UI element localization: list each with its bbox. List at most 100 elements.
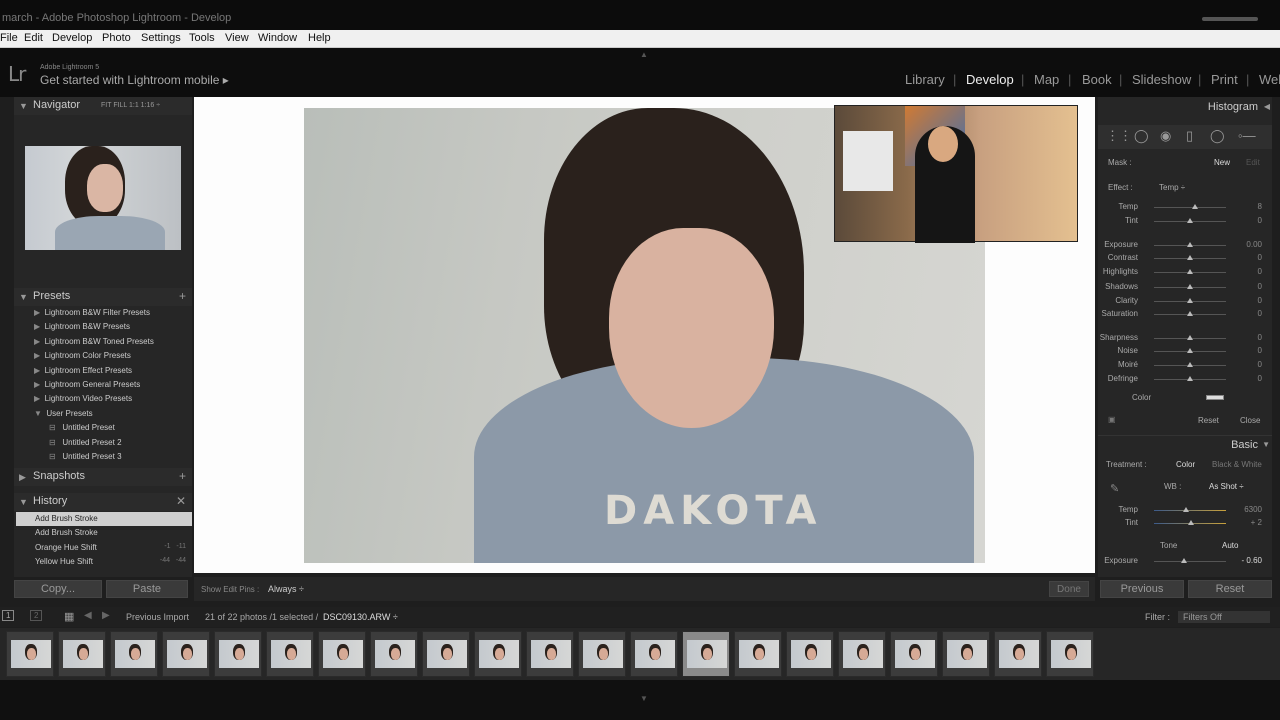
effect-select[interactable]: Temp ÷ [1159, 183, 1185, 192]
basic-header[interactable]: Basic ▼ [1098, 435, 1272, 453]
menu-view[interactable]: View [225, 32, 249, 44]
filmstrip-thumbnail[interactable] [6, 631, 54, 677]
grid-view-icon[interactable]: ▦ [64, 610, 74, 623]
red-eye-icon[interactable]: ◉ [1160, 128, 1171, 144]
menu-help[interactable]: Help [308, 32, 331, 44]
history-item[interactable]: Orange Hue Shift -1 -11 [16, 541, 192, 555]
module-library[interactable]: Library [905, 72, 945, 87]
filmstrip-thumbnail[interactable] [942, 631, 990, 677]
filmstrip-thumbnail[interactable] [214, 631, 262, 677]
crop-icon[interactable]: ⋮⋮ [1106, 128, 1132, 144]
forward-arrow-icon[interactable]: ▶ [102, 610, 110, 621]
module-print[interactable]: Print [1211, 72, 1238, 87]
edit-pins-select[interactable]: Always ÷ [268, 584, 304, 594]
done-button[interactable]: Done [1049, 581, 1089, 597]
mask-edit-button[interactable]: Edit [1246, 158, 1260, 167]
preset-folder[interactable]: ▶ Lightroom B&W Toned Presets [34, 337, 154, 351]
filmstrip-thumbnail[interactable] [734, 631, 782, 677]
module-develop[interactable]: Develop [966, 72, 1014, 87]
menu-tools[interactable]: Tools [189, 32, 215, 44]
menu-photo[interactable]: Photo [102, 32, 131, 44]
filmstrip-thumbnail[interactable] [890, 631, 938, 677]
module-web[interactable]: Web [1259, 72, 1280, 87]
slider-exposure[interactable]: Exposure 0.00 [1098, 239, 1272, 252]
user-preset-item[interactable]: ⊟ Untitled Preset [49, 423, 115, 437]
presets-header[interactable]: ▼ Presets + [14, 288, 192, 306]
user-preset-item[interactable]: ⊟ Untitled Preset 3 [49, 452, 122, 466]
tone-auto-button[interactable]: Auto [1222, 541, 1238, 550]
filmstrip-thumbnail[interactable] [162, 631, 210, 677]
module-map[interactable]: Map [1034, 72, 1059, 87]
slider-moir[interactable]: Moiré 0 [1098, 359, 1272, 372]
user-preset-item[interactable]: ⊟ Untitled Preset 2 [49, 438, 122, 452]
preset-folder[interactable]: ▶ Lightroom B&W Presets [34, 322, 130, 336]
filmstrip-thumbnail[interactable] [318, 631, 366, 677]
menu-file[interactable]: File [0, 32, 18, 44]
menu-settings[interactable]: Settings [141, 32, 181, 44]
filmstrip-thumbnail[interactable] [630, 631, 678, 677]
history-item[interactable]: Add Brush Stroke [16, 512, 192, 526]
brush-reset-button[interactable]: Reset [1198, 416, 1219, 425]
filter-select[interactable]: Filters Off [1178, 611, 1270, 623]
wb-eyedropper-icon[interactable]: ✎ [1110, 482, 1119, 495]
toggle-switch-icon[interactable]: ▣ [1108, 415, 1116, 424]
spot-removal-icon[interactable]: ◯ [1134, 128, 1149, 144]
slider-shadows[interactable]: Shadows 0 [1098, 281, 1272, 294]
slider-defringe[interactable]: Defringe 0 [1098, 373, 1272, 386]
filmstrip-thumbnail[interactable] [58, 631, 106, 677]
slider-clarity[interactable]: Clarity 0 [1098, 295, 1272, 308]
filmstrip-thumbnail[interactable] [1046, 631, 1094, 677]
clear-history-icon[interactable]: ✕ [176, 494, 186, 508]
preset-folder[interactable]: ▶ Lightroom B&W Filter Presets [34, 308, 150, 322]
slider-temp[interactable]: Temp 8 [1098, 201, 1272, 214]
source-label[interactable]: Previous Import [126, 612, 189, 622]
navigator-zoom-options[interactable]: FIT FILL 1:1 1:16 ÷ [101, 102, 160, 109]
filename-select[interactable]: DSC09130.ARW ÷ [323, 612, 398, 622]
filmstrip-thumbnail[interactable] [994, 631, 1042, 677]
filmstrip-thumbnail[interactable] [578, 631, 626, 677]
add-preset-icon[interactable]: + [179, 289, 186, 303]
preset-folder[interactable]: ▶ Lightroom Video Presets [34, 394, 132, 408]
slider-basic-exposure[interactable]: Exposure - 0.60 [1098, 555, 1272, 568]
preset-folder-user[interactable]: ▼ User Presets [34, 409, 93, 423]
filmstrip-thumbnail[interactable] [422, 631, 470, 677]
histogram-header[interactable]: Histogram ◀ [1098, 98, 1272, 116]
graduated-filter-icon[interactable]: ▯ [1186, 128, 1193, 144]
treatment-bw-button[interactable]: Black & White [1212, 460, 1262, 469]
filmstrip-thumbnail[interactable] [474, 631, 522, 677]
previous-button[interactable]: Previous [1100, 580, 1184, 598]
module-slideshow[interactable]: Slideshow [1132, 72, 1191, 87]
copy-button[interactable]: Copy... [14, 580, 102, 598]
history-item[interactable]: Yellow Hue Shift -44 -44 [16, 555, 192, 569]
slider-basic-temp[interactable]: Temp 6300 [1098, 504, 1272, 517]
mask-new-button[interactable]: New [1214, 158, 1230, 167]
slider-highlights[interactable]: Highlights 0 [1098, 266, 1272, 279]
preset-folder[interactable]: ▶ Lightroom Color Presets [34, 351, 131, 365]
filmstrip-thumbnail[interactable] [786, 631, 834, 677]
add-snapshot-icon[interactable]: + [179, 469, 186, 483]
slider-noise[interactable]: Noise 0 [1098, 345, 1272, 358]
collapse-triangle-icon[interactable]: ▼ [19, 497, 28, 507]
filmstrip-thumbnail[interactable] [370, 631, 418, 677]
slider-contrast[interactable]: Contrast 0 [1098, 252, 1272, 265]
menu-develop[interactable]: Develop [52, 32, 92, 44]
slider-sharpness[interactable]: Sharpness 0 [1098, 332, 1272, 345]
snapshots-header[interactable]: ▶ Snapshots + [14, 468, 192, 486]
color-swatch[interactable] [1206, 395, 1224, 400]
collapse-bottom-arrow-icon[interactable]: ▼ [640, 694, 648, 703]
preset-folder[interactable]: ▶ Lightroom General Presets [34, 380, 140, 394]
brush-close-button[interactable]: Close [1240, 416, 1260, 425]
radial-filter-icon[interactable]: ◯ [1210, 128, 1225, 144]
collapse-triangle-icon[interactable]: ▼ [1262, 436, 1270, 454]
slider-saturation[interactable]: Saturation 0 [1098, 308, 1272, 321]
history-item[interactable]: Add Brush Stroke [16, 526, 192, 540]
module-book[interactable]: Book [1082, 72, 1112, 87]
reset-button[interactable]: Reset [1188, 580, 1272, 598]
paste-button[interactable]: Paste [106, 580, 188, 598]
collapse-triangle-icon[interactable]: ▼ [19, 101, 28, 111]
slider-tint[interactable]: Tint 0 [1098, 215, 1272, 228]
filmstrip-thumbnail[interactable] [266, 631, 314, 677]
menu-edit[interactable]: Edit [24, 32, 43, 44]
slider-basic-tint[interactable]: Tint + 2 [1098, 517, 1272, 530]
navigator-header[interactable]: ▼ Navigator FIT FILL 1:1 1:16 ÷ [14, 97, 192, 115]
